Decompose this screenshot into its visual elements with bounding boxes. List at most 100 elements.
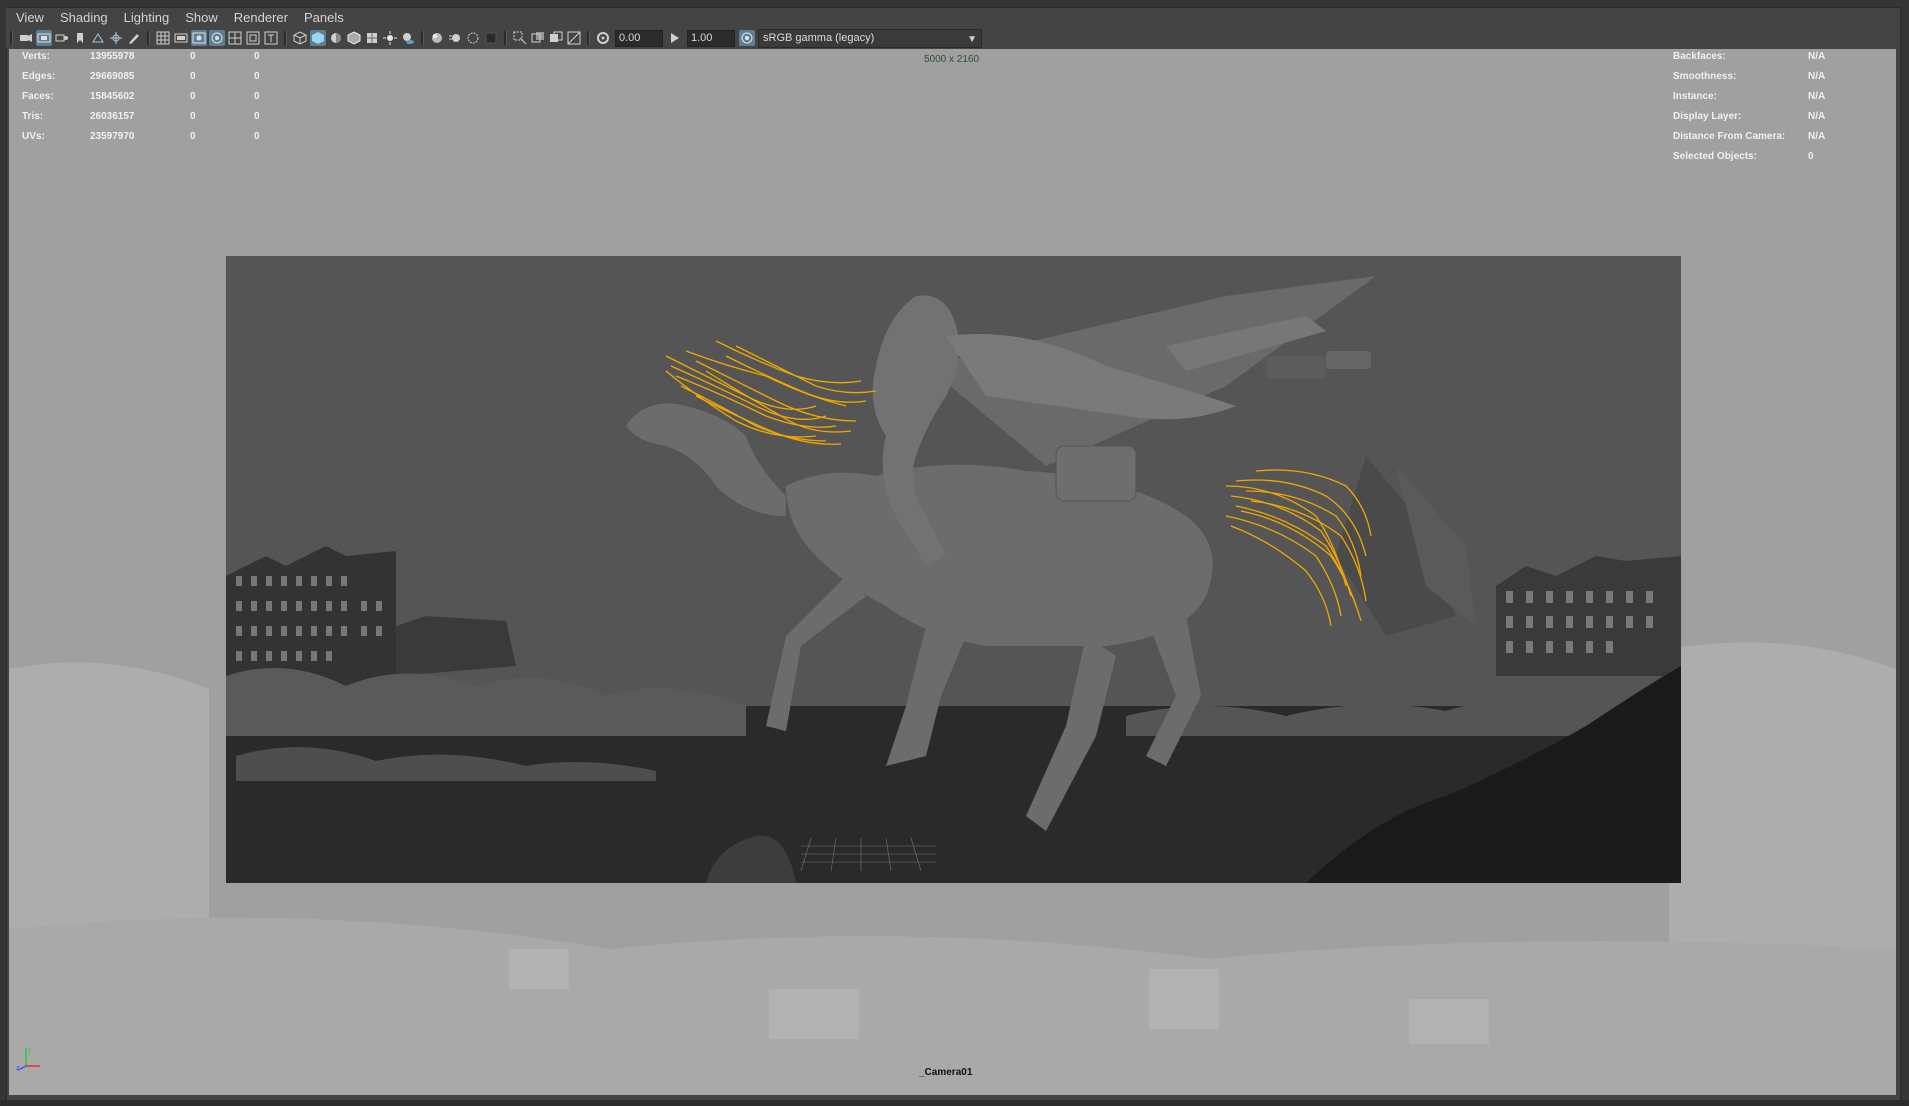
toolbar-separator (587, 31, 590, 45)
hud-value: 13955978 (90, 51, 135, 62)
menu-show[interactable]: Show (177, 8, 226, 28)
hud-value: 15845602 (90, 91, 135, 102)
wireframe-on-shaded-icon[interactable] (346, 30, 362, 46)
isolate-select-icon[interactable] (512, 30, 528, 46)
camera-select-icon[interactable] (18, 30, 34, 46)
wireframe-icon[interactable] (292, 30, 308, 46)
exposure-field[interactable]: 0.00 (615, 29, 663, 47)
grid-icon[interactable] (155, 30, 171, 46)
hud-row-verts: Verts: 13955978 0 0 (22, 49, 294, 67)
default-material-icon[interactable] (328, 30, 344, 46)
hud-label: Faces: (22, 91, 54, 102)
menu-renderer[interactable]: Renderer (226, 8, 296, 28)
color-management-icon[interactable] (739, 30, 755, 46)
hud-value: 0 (190, 131, 196, 142)
exposure-icon[interactable] (595, 30, 611, 46)
toolbar-separator (147, 31, 150, 45)
hud-value: 0 (254, 71, 260, 82)
hud-row-tris: Tris: 26036157 0 0 (22, 107, 294, 127)
camera-name-label: _Camera01 (919, 1067, 973, 1078)
ruined-building-right (1496, 556, 1681, 676)
hud-label: UVs: (22, 131, 45, 142)
toolbar-separator (504, 31, 507, 45)
toolbar-separator (284, 31, 287, 45)
xray-joints-icon[interactable] (548, 30, 564, 46)
hud-value: 0 (190, 51, 196, 62)
object-details-hud: Backfaces: N/A Smoothness: N/A Instance:… (1673, 49, 1848, 167)
menu-shading[interactable]: Shading (52, 8, 116, 28)
hud-value: 23597970 (90, 131, 135, 142)
hud-row-smoothness: Smoothness: N/A (1673, 67, 1848, 87)
hud-value: 0 (190, 111, 196, 122)
panel-toolbar: 0.00 1.00 sRGB gamma (legacy) ▼ (6, 28, 1899, 48)
panel-menu-bar: View Shading Lighting Show Renderer Pane… (6, 8, 1899, 28)
textured-icon[interactable] (364, 30, 380, 46)
hud-label: Backfaces: (1673, 51, 1726, 62)
film-gate-icon[interactable] (173, 30, 189, 46)
depth-of-field-icon[interactable] (483, 30, 499, 46)
hud-value: 0 (254, 51, 260, 62)
hud-label: Selected Objects: (1673, 151, 1757, 162)
hud-value: 26036157 (90, 111, 135, 122)
chevron-down-icon: ▼ (967, 33, 977, 45)
hud-value: 0 (254, 91, 260, 102)
xray-icon[interactable] (530, 30, 546, 46)
hud-row-backfaces: Backfaces: N/A (1673, 49, 1848, 67)
toolbar-separator (10, 31, 13, 45)
hud-value: 29669085 (90, 71, 135, 82)
hud-value: N/A (1808, 91, 1826, 102)
toolbar-separator (421, 31, 424, 45)
scene-render (226, 256, 1681, 883)
hud-label: Instance: (1673, 91, 1717, 102)
poly-count-hud: Verts: 13955978 0 0 Edges: 29669085 0 0 … (22, 49, 294, 147)
hud-row-uvs: UVs: 23597970 0 0 (22, 127, 294, 147)
image-plane-icon[interactable] (90, 30, 106, 46)
window-bottom-border (0, 1100, 1909, 1106)
view-transform-dropdown[interactable]: sRGB gamma (legacy) ▼ (758, 28, 982, 48)
safe-title-icon[interactable] (263, 30, 279, 46)
viewport-3d[interactable]: 5000 x 2160 Verts: 13955978 0 0 Edges: 2… (9, 49, 1896, 1095)
use-all-lights-icon[interactable] (382, 30, 398, 46)
hud-row-faces: Faces: 15845602 0 0 (22, 87, 294, 107)
bookmark-icon[interactable] (72, 30, 88, 46)
menu-lighting[interactable]: Lighting (116, 8, 178, 28)
shadows-icon[interactable] (400, 30, 416, 46)
hud-value: N/A (1808, 111, 1826, 122)
svg-text:z: z (16, 1065, 20, 1072)
motion-blur-icon[interactable] (447, 30, 463, 46)
hud-value: N/A (1808, 131, 1826, 142)
hud-value: 0 (1808, 151, 1814, 162)
gamma-icon[interactable] (667, 30, 683, 46)
safe-action-icon[interactable] (245, 30, 261, 46)
camera-attributes-icon[interactable] (36, 30, 52, 46)
menu-view[interactable]: View (6, 8, 52, 28)
hud-label: Tris: (22, 111, 44, 122)
smooth-shade-icon[interactable] (310, 30, 326, 46)
hud-value: N/A (1808, 71, 1826, 82)
hud-value: 0 (190, 91, 196, 102)
hud-label: Display Layer: (1673, 111, 1742, 122)
field-chart-icon[interactable] (227, 30, 243, 46)
view-transform-value: sRGB gamma (legacy) (763, 31, 875, 44)
hud-label: Edges: (22, 71, 56, 82)
backface-culling-icon[interactable] (566, 30, 582, 46)
screen-space-ao-icon[interactable] (429, 30, 445, 46)
menu-panels[interactable]: Panels (296, 8, 352, 28)
gamma-field[interactable]: 1.00 (687, 29, 735, 47)
hud-label: Distance From Camera: (1673, 131, 1786, 142)
maya-window: View Shading Lighting Show Renderer Pane… (0, 0, 1909, 1106)
gate-mask-icon[interactable] (209, 30, 225, 46)
grease-pencil-icon[interactable] (126, 30, 142, 46)
hud-row-instance: Instance: N/A (1673, 87, 1848, 107)
hud-row-distance: Distance From Camera: N/A (1673, 127, 1848, 147)
resolution-gate (226, 256, 1681, 883)
hud-row-display-layer: Display Layer: N/A (1673, 107, 1848, 127)
resolution-gate-icon[interactable] (191, 30, 207, 46)
camera-bookmarks-icon[interactable] (54, 30, 70, 46)
hud-value: 0 (254, 111, 260, 122)
hud-row-selected-objects: Selected Objects: 0 (1673, 147, 1848, 167)
hud-value: N/A (1808, 51, 1826, 62)
pan-zoom-icon[interactable] (108, 30, 124, 46)
anti-aliasing-icon[interactable] (465, 30, 481, 46)
hud-value: 0 (190, 71, 196, 82)
